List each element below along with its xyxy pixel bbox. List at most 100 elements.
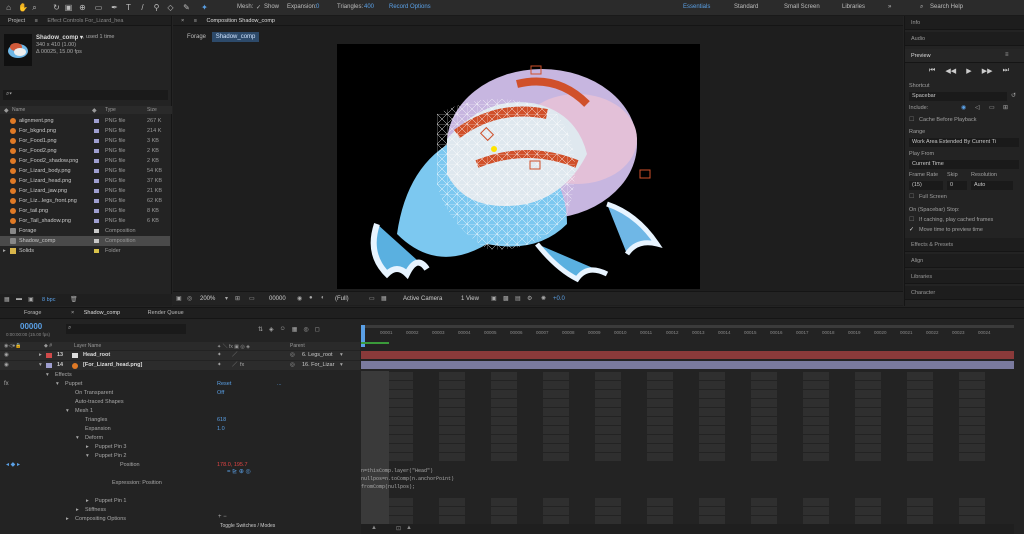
project-item[interactable]: For_Food1.png PNG file 3 KB (0, 136, 170, 146)
tab-forage[interactable]: Forage (4, 308, 45, 318)
label-color-swatch[interactable] (94, 139, 99, 143)
property-row[interactable]: ▾ Effects (0, 371, 360, 380)
workspace-standard[interactable]: Standard (734, 4, 758, 10)
layer-name[interactable]: [For_Lizard_head.png] (83, 361, 142, 370)
pickwhip-icon[interactable]: ◎ (290, 351, 295, 360)
crumb-shadow-comp[interactable]: Shadow_comp (211, 32, 260, 42)
effect-switch-icon[interactable]: fx (240, 361, 244, 370)
property-row[interactable]: ▾ Puppet Pin 2 (0, 452, 360, 461)
resolution-dropdown[interactable]: (Full) (335, 296, 349, 302)
zoom-slider-icon[interactable]: ⊡ (396, 525, 401, 532)
shy-layers-icon[interactable]: ☺ (280, 326, 286, 332)
rectangle-tool-icon[interactable]: ▭ (94, 3, 103, 12)
take-snapshot-icon[interactable]: ◉ (297, 295, 302, 302)
draft-3d-icon[interactable]: ◈ (269, 326, 274, 333)
property-value[interactable]: Reset (217, 380, 231, 389)
libraries-header[interactable]: Libraries (905, 270, 1024, 284)
column-size[interactable]: Size (147, 107, 157, 113)
reset-shortcut-icon[interactable]: ↺ (1011, 92, 1016, 99)
current-time-display[interactable]: 00000 (20, 322, 42, 331)
selected-item-name[interactable]: Shadow_comp ▾ (36, 34, 83, 41)
graph-editor-icon[interactable]: ◻ (315, 326, 320, 333)
property-row[interactable]: ▸ Puppet Pin 3 (0, 443, 360, 452)
play-icon[interactable]: ▶ (966, 67, 971, 75)
layer-row[interactable]: ◉ ▾ 14 [For_Lizard_head.png] ✦ ／ fx ◎ 16… (0, 361, 360, 370)
tab-composition[interactable]: Composition Shadow_comp (203, 16, 279, 26)
column-parent[interactable]: Parent (290, 343, 305, 349)
show-channel-icon[interactable]: ● (309, 295, 313, 301)
include-layer-controls-icon[interactable]: ⊞ (1003, 104, 1008, 111)
include-audio-icon[interactable]: ◁ (975, 104, 980, 111)
new-folder-icon[interactable]: ▬ (16, 296, 22, 302)
label-color-swatch[interactable] (94, 129, 99, 133)
layer-row[interactable]: ◉ ▸ 13 Head_root ✦ ／ ◎ 6. Legs_root ▾ (0, 351, 360, 360)
parent-dropdown[interactable]: 6. Legs_root (302, 351, 333, 360)
label-color-swatch[interactable] (94, 199, 99, 203)
zoom-chevron-icon[interactable]: ▾ (225, 295, 228, 302)
toggle-switches-modes[interactable]: Toggle Switches / Modes (220, 523, 275, 529)
visibility-eye-icon[interactable]: ◉ (4, 351, 9, 360)
project-item[interactable]: alignment.png PNG file 267 K (0, 116, 170, 126)
include-video-icon[interactable]: ◉ (961, 104, 966, 111)
interpret-footage-icon[interactable]: ▦ (4, 296, 10, 303)
expression-editor[interactable]: n=thisComp.layer("Head") nullpos=n.toCom… (361, 467, 454, 491)
mask-visibility-icon[interactable]: ▭ (249, 295, 255, 302)
twirl-icon[interactable]: ▾ (56, 380, 59, 389)
layer-name[interactable]: Head_root (83, 351, 110, 360)
frame-blending-icon[interactable]: ▦ (292, 326, 298, 333)
label-color-swatch[interactable] (94, 219, 99, 223)
text-tool-icon[interactable]: T (124, 3, 133, 12)
color-management-icon[interactable]: ◐ (321, 295, 325, 301)
workspace-small-screen[interactable]: Small Screen (784, 4, 820, 10)
project-item[interactable]: For_Liz...legs_front.png PNG file 62 KB (0, 196, 170, 206)
property-row[interactable]: ▾ Puppet Reset... (0, 380, 360, 389)
tab-project[interactable]: Project (4, 16, 29, 26)
property-value[interactable]: 1.0 (217, 425, 225, 434)
zoom-dropdown[interactable]: 200% (200, 296, 215, 302)
shy-switch-icon[interactable]: ✦ (217, 351, 222, 360)
show-checkbox[interactable]: ✓ (256, 4, 261, 11)
flowchart-icon[interactable]: ⚙ (527, 295, 532, 302)
property-row[interactable]: On Transparent Off (0, 389, 360, 398)
range-dropdown[interactable]: Work Area Extended By Current Ti (909, 138, 1019, 147)
label-column-icon[interactable]: ◆ (4, 107, 9, 114)
project-item[interactable]: For_Tail_shadow.png PNG file 6 KB (0, 216, 170, 226)
twirl-icon[interactable]: ▸ (86, 443, 89, 452)
close-tab-icon[interactable]: × (67, 308, 78, 318)
keyframe-nav-icon[interactable]: ◂ ◆ ▸ (6, 461, 20, 468)
property-row[interactable]: Expansion 1.0 (0, 425, 360, 434)
resolution-dropdown[interactable]: Auto (971, 181, 1013, 190)
property-row[interactable]: ▸ Compositing Options (0, 515, 360, 524)
project-item[interactable]: ▸ Solids Folder (0, 246, 170, 256)
lock-icon[interactable]: ≡ (190, 16, 201, 26)
quality-switch-icon[interactable]: ／ (232, 361, 238, 370)
pixel-aspect-icon[interactable]: ▣ (491, 295, 497, 302)
search-help-field[interactable]: Search Help (930, 4, 963, 10)
full-screen-checkbox[interactable]: ☐ (909, 193, 914, 200)
label-color-swatch[interactable] (94, 189, 99, 193)
label-color-swatch[interactable] (94, 149, 99, 153)
property-value[interactable]: Off (217, 389, 224, 398)
project-item[interactable]: Shadow_comp Composition (0, 236, 170, 246)
project-item[interactable]: For_Food2.png PNG file 2 KB (0, 146, 170, 156)
project-item[interactable]: For_Lizard_jaw.png PNG file 21 KB (0, 186, 170, 196)
twirl-icon[interactable]: ▸ (66, 515, 69, 524)
panel-menu-icon[interactable]: ≡ (31, 16, 42, 26)
property-value-extra[interactable]: ... (277, 380, 282, 389)
add-icon[interactable]: + − (218, 514, 227, 520)
bit-depth-button[interactable]: 8 bpc (42, 297, 55, 303)
shortcut-dropdown[interactable]: Spacebar (909, 92, 1007, 101)
brush-tool-icon[interactable]: / (138, 3, 147, 12)
expand-chevron-icon[interactable]: ▸ (39, 351, 42, 360)
include-overlays-icon[interactable]: ▭ (989, 104, 995, 111)
pan-behind-tool-icon[interactable]: ⊕ (78, 3, 87, 12)
zoom-in-icon[interactable]: ▲ (406, 525, 412, 531)
column-layer-name[interactable]: Layer Name (74, 343, 101, 349)
next-frame-icon[interactable]: ▶▶ (982, 67, 993, 75)
timeline-icon[interactable]: ▤ (515, 295, 521, 302)
audio-panel-header[interactable]: Audio (905, 32, 1024, 46)
triangles-value[interactable]: 400 (364, 4, 374, 10)
workspace-menu-icon[interactable]: » (888, 4, 891, 10)
label-color-swatch[interactable] (94, 179, 99, 183)
new-composition-icon[interactable]: ▣ (28, 296, 34, 303)
